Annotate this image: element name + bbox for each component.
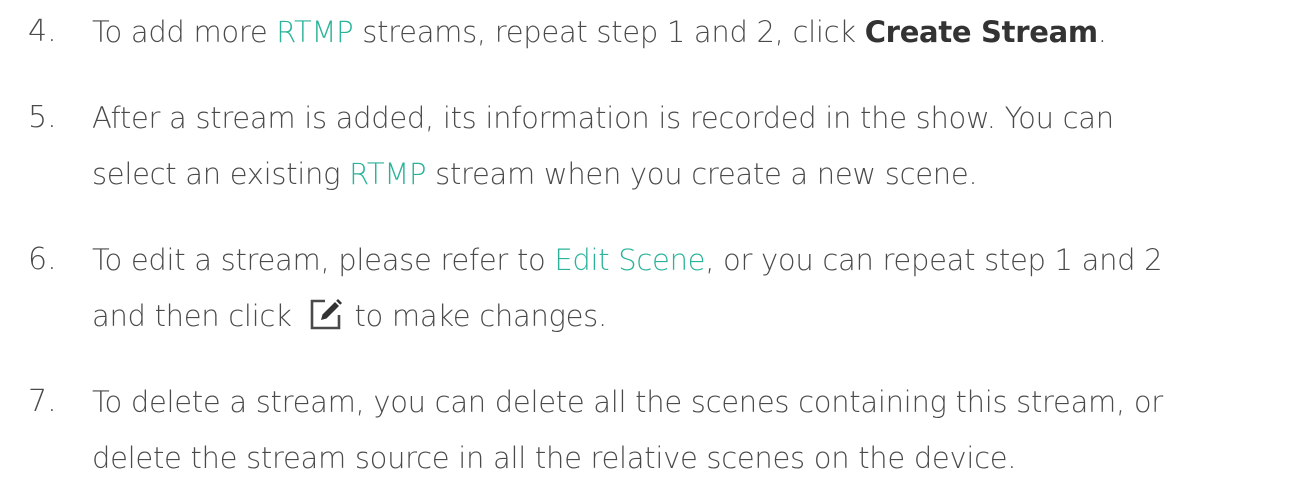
text-line: After a stream is added, its information… bbox=[92, 90, 1272, 146]
step-number: 4. bbox=[28, 14, 57, 49]
text-run: delete the stream source in all the rela… bbox=[92, 441, 1017, 475]
text-line: delete the stream source in all the rela… bbox=[92, 430, 1272, 486]
text-run: To add more bbox=[92, 15, 277, 49]
text-run: to make changes. bbox=[354, 299, 607, 333]
step-number: 7. bbox=[28, 384, 57, 419]
edit-scene-link[interactable]: Edit Scene bbox=[554, 243, 705, 277]
text-run: select an existing bbox=[92, 157, 350, 191]
text-run: After a stream is added, its information… bbox=[92, 101, 1114, 135]
step-text: To add more RTMP streams, repeat step 1 … bbox=[92, 4, 1272, 60]
step-number: 6. bbox=[28, 242, 57, 277]
text-run: . bbox=[1097, 15, 1107, 49]
step-number: 5. bbox=[28, 100, 57, 135]
text-run: stream when you create a new scene. bbox=[426, 157, 978, 191]
text-run: streams, repeat step 1 and 2, click bbox=[353, 15, 865, 49]
text-line: To edit a stream, please refer to Edit S… bbox=[92, 232, 1272, 288]
step-text: To delete a stream, you can delete all t… bbox=[92, 374, 1272, 486]
step-text: To edit a stream, please refer to Edit S… bbox=[92, 232, 1272, 344]
rtmp-link[interactable]: RTMP bbox=[349, 157, 426, 191]
text-line: select an existing RTMP stream when you … bbox=[92, 146, 1272, 202]
rtmp-link[interactable]: RTMP bbox=[276, 15, 353, 49]
text-run: To delete a stream, you can delete all t… bbox=[92, 385, 1163, 419]
text-line: To delete a stream, you can delete all t… bbox=[92, 374, 1272, 430]
create-stream-label: Create Stream bbox=[864, 15, 1098, 49]
text-line: and then click to make changes. bbox=[92, 288, 1272, 344]
text-run: and then click bbox=[92, 299, 301, 333]
step-text: After a stream is added, its information… bbox=[92, 90, 1272, 202]
text-line: To add more RTMP streams, repeat step 1 … bbox=[92, 4, 1272, 60]
text-run: , or you can repeat step 1 and 2 bbox=[705, 243, 1163, 277]
instruction-steps: 4. To add more RTMP streams, repeat step… bbox=[0, 0, 1291, 477]
text-run: To edit a stream, please refer to bbox=[92, 243, 555, 277]
edit-icon bbox=[308, 294, 344, 330]
